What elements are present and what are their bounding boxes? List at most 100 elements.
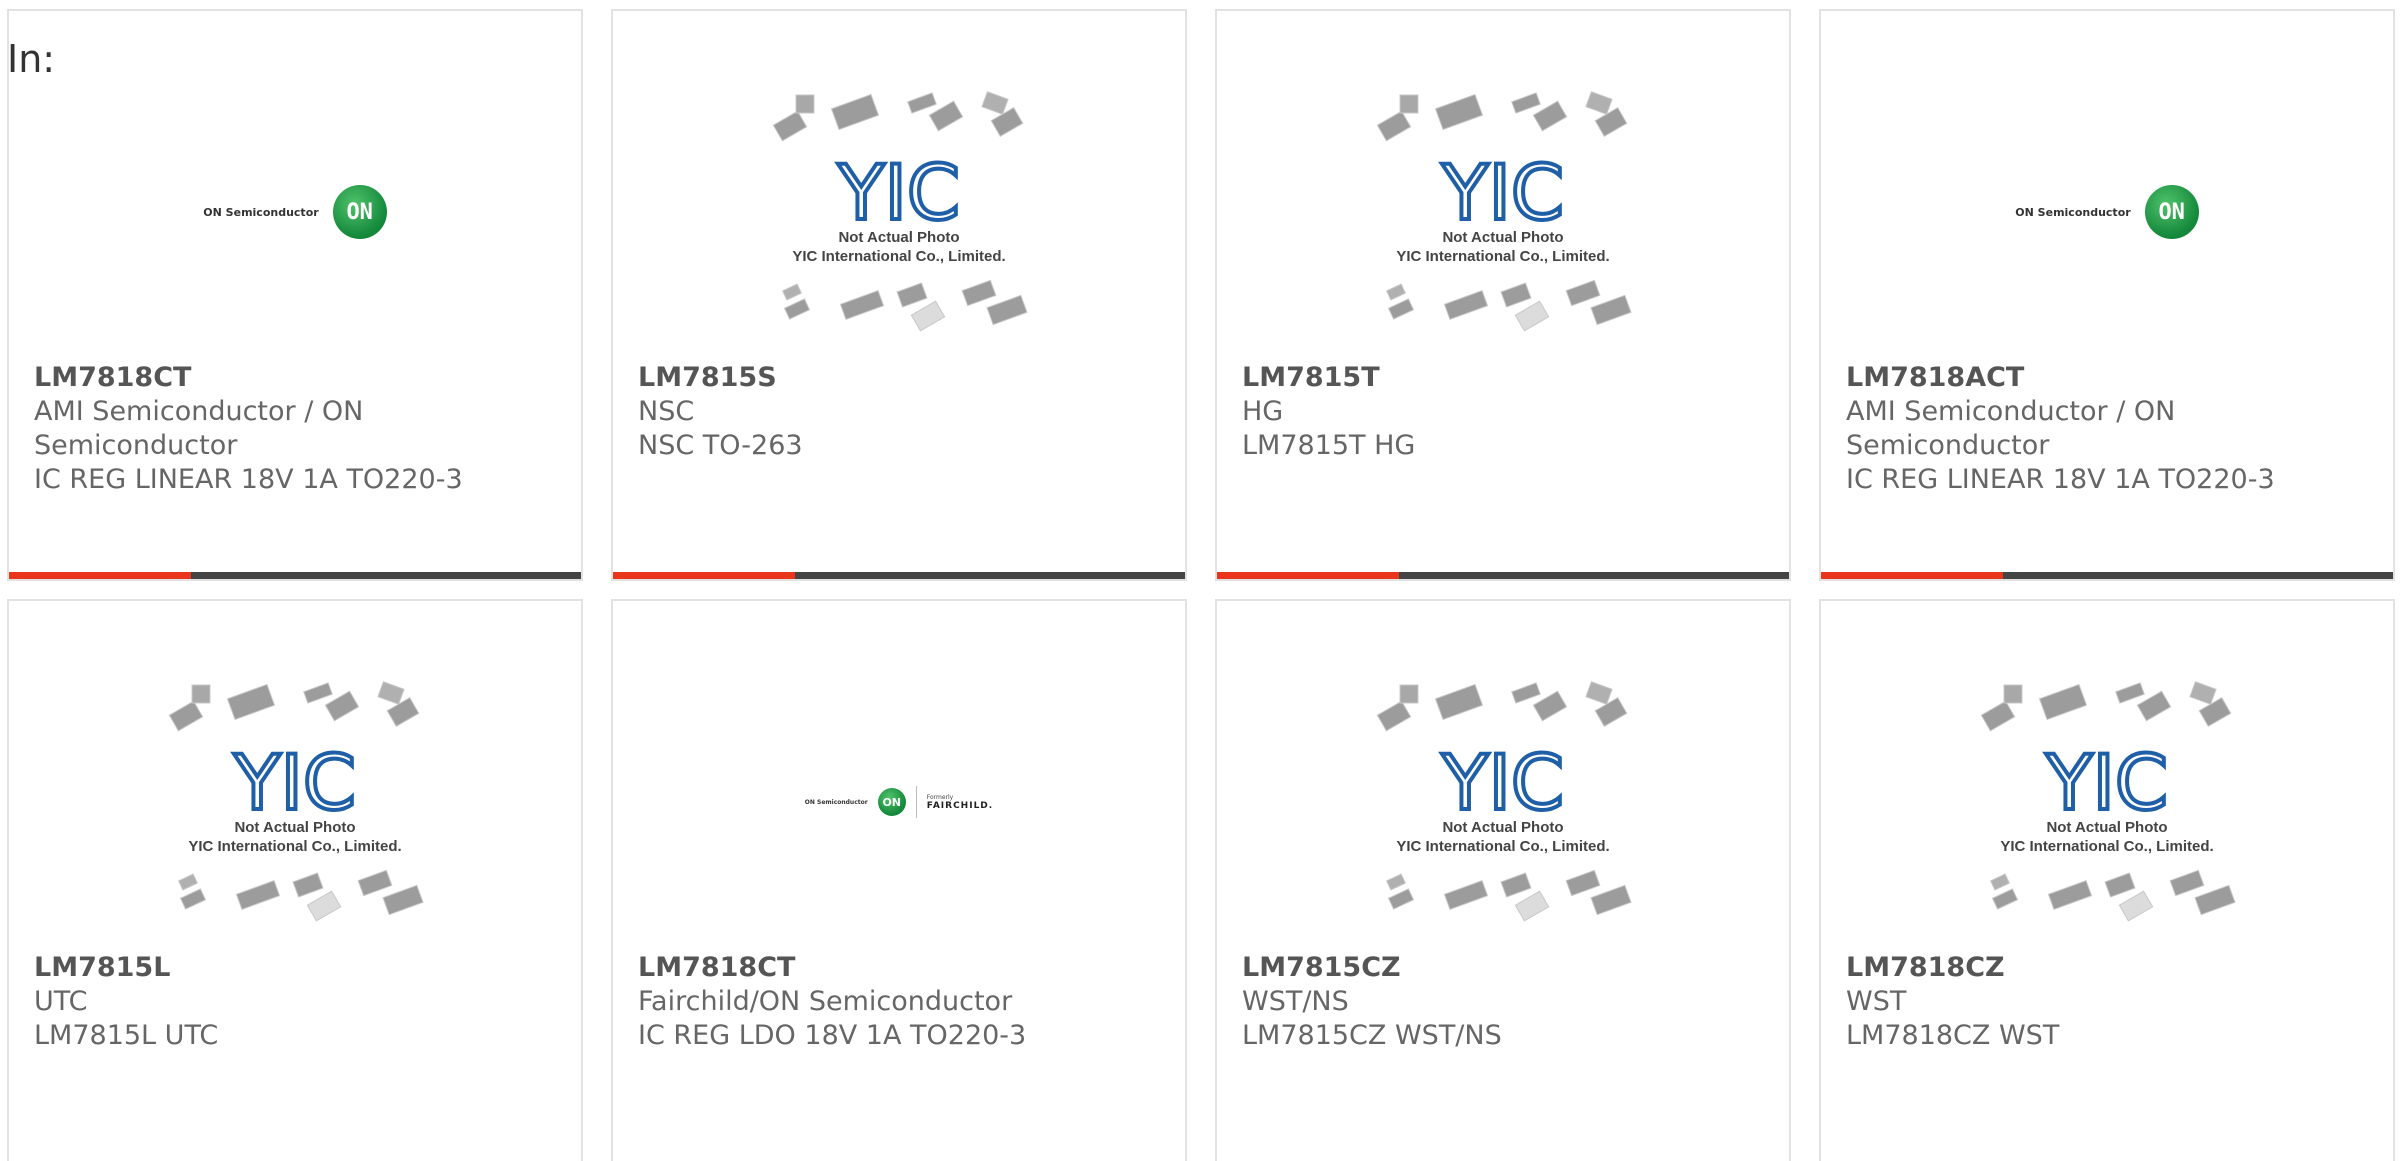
chip-shape: [357, 869, 393, 897]
on-semi-logo-text: ON Semiconductor: [2015, 205, 2131, 219]
manufacturer: NSC: [638, 396, 695, 427]
chip-shape: [1399, 684, 1419, 704]
on-semi-logo: ON Semiconductor ON: [203, 185, 387, 239]
chip-shape: [1376, 700, 1412, 732]
placeholder-line-2: YIC International Co., Limited.: [1396, 248, 1609, 265]
chip-shape: [1500, 872, 1532, 898]
fairchild-formerly-text: Formerly: [926, 793, 954, 801]
product-card[interactable]: ON Semiconductor ON LM7818ACT AMI Semicon…: [1819, 9, 2395, 581]
chip-shape: [1565, 279, 1601, 307]
chip-shape: [1590, 884, 1632, 916]
placeholder-line-1: Not Actual Photo: [1442, 819, 1563, 836]
chip-shape: [1443, 880, 1489, 910]
yic-logo: YIC: [1441, 148, 1564, 237]
chip-shape: [1443, 290, 1489, 320]
chip-shape: [226, 683, 276, 721]
product-image[interactable]: ON Semiconductor ON Formerly FAIRCHILD.: [613, 657, 1185, 947]
chip-shape: [168, 700, 204, 732]
part-number[interactable]: LM7818CT: [638, 951, 1165, 985]
placeholder-line-2: YIC International Co., Limited.: [188, 838, 401, 855]
manufacturer: HG: [1242, 396, 1284, 427]
part-number[interactable]: LM7818CZ: [1846, 951, 2373, 985]
part-number[interactable]: LM7818CT: [34, 361, 561, 395]
product-grid: ON Semiconductor ON LM7818CT AMI Semicond…: [0, 0, 2400, 1161]
yic-placeholder-image: YICNot Actual Photo YIC International Co.…: [1376, 91, 1632, 332]
placeholder-line-1: Not Actual Photo: [1442, 229, 1563, 246]
description: LM7815T HG: [1242, 430, 1416, 461]
placeholder-line-2: YIC International Co., Limited.: [792, 248, 1005, 265]
chip-shape: [303, 682, 333, 704]
chip-shape: [1376, 110, 1412, 142]
on-semi-logo-text: ON Semiconductor: [804, 798, 868, 806]
yic-logo: YIC: [233, 738, 356, 827]
placeholder-line-2: YIC International Co., Limited.: [1396, 838, 1609, 855]
product-card[interactable]: YIC Not Actual Photo YIC International Co.…: [7, 599, 583, 1161]
chip-shape: [907, 92, 937, 114]
part-number[interactable]: LM7818ACT: [1846, 361, 2373, 395]
product-image[interactable]: ON Semiconductor ON: [9, 67, 581, 357]
chip-shape: [896, 282, 928, 308]
on-badge-icon: ON: [877, 788, 906, 816]
product-card[interactable]: ON Semiconductor ON Formerly FAIRCHILD. LM7…: [611, 599, 1187, 1161]
part-number[interactable]: LM7815CZ: [1242, 951, 1769, 985]
description: LM7815CZ WST/NS: [1242, 1020, 1502, 1051]
chip-shape: [191, 684, 211, 704]
card-accent-bar: [1821, 572, 2393, 579]
product-card[interactable]: YIC Not Actual Photo YIC International Co.…: [1819, 599, 2395, 1161]
placeholder-line-1: Not Actual Photo: [234, 819, 355, 836]
product-card[interactable]: YIC Not Actual Photo YIC International Co.…: [1215, 9, 1791, 581]
chip-shape: [1387, 298, 1415, 320]
fairchild-name-text: FAIRCHILD.: [926, 800, 994, 811]
product-card[interactable]: YIC Not Actual Photo YIC International Co.…: [1215, 599, 1791, 1161]
on-badge-icon: ON: [2144, 185, 2199, 239]
chip-shape: [2104, 872, 2136, 898]
chip-shape: [1434, 683, 1484, 721]
chip-shape: [1565, 869, 1601, 897]
chip-shape: [1385, 873, 1407, 891]
manufacturer: WST/NS: [1242, 986, 1349, 1017]
manufacturer: AMI Semiconductor / ON Semiconductor: [1846, 396, 2176, 461]
chip-shape: [830, 93, 880, 131]
chip-shape: [2189, 681, 2217, 705]
chip-shape: [1511, 92, 1541, 114]
product-image[interactable]: YIC Not Actual Photo YIC International Co.…: [1217, 67, 1789, 357]
chip-shape: [2118, 890, 2154, 922]
chip-shape: [1434, 93, 1484, 131]
chip-shape: [1511, 682, 1541, 704]
description: IC REG LINEAR 18V 1A TO220-3: [1846, 464, 2275, 495]
card-accent-bar: [1217, 572, 1789, 579]
product-image[interactable]: YIC Not Actual Photo YIC International Co.…: [1821, 657, 2393, 947]
chip-shape: [2169, 869, 2205, 897]
product-image[interactable]: YIC Not Actual Photo YIC International Co.…: [1217, 657, 1789, 947]
product-image[interactable]: ON Semiconductor ON: [1821, 67, 2393, 357]
logo-divider: [915, 786, 917, 818]
chip-shape: [235, 880, 281, 910]
chip-shape: [2038, 683, 2088, 721]
manufacturer: Fairchild/ON Semiconductor: [638, 986, 1013, 1017]
chip-shape: [1585, 91, 1613, 115]
chip-shape: [377, 681, 405, 705]
fairchild-logo: ON Semiconductor ON Formerly FAIRCHILD.: [805, 786, 993, 818]
card-accent-bar: [613, 572, 1185, 579]
product-image[interactable]: YIC Not Actual Photo YIC International Co.…: [9, 657, 581, 947]
chip-shape: [382, 884, 424, 916]
product-card[interactable]: ON Semiconductor ON LM7818CT AMI Semicond…: [7, 9, 583, 581]
product-image[interactable]: YIC Not Actual Photo YIC International Co.…: [613, 67, 1185, 357]
in-label: In:: [7, 37, 56, 81]
description: LM7818CZ WST: [1846, 1020, 2060, 1051]
part-number[interactable]: LM7815S: [638, 361, 1165, 395]
yic-placeholder-image: YICNot Actual Photo YIC International Co.…: [772, 91, 1028, 332]
chip-shape: [961, 279, 997, 307]
chip-shape: [1532, 100, 1568, 132]
product-card[interactable]: YIC Not Actual Photo YIC International Co.…: [611, 9, 1187, 581]
description: LM7815L UTC: [34, 1020, 219, 1051]
on-semi-logo: ON Semiconductor ON: [2015, 185, 2199, 239]
chip-shape: [1590, 294, 1632, 326]
chip-shape: [1399, 94, 1419, 114]
yic-logo: YIC: [837, 148, 960, 237]
part-number[interactable]: LM7815T: [1242, 361, 1769, 395]
part-number[interactable]: LM7815L: [34, 951, 561, 985]
yic-placeholder-image: YICNot Actual Photo YIC International Co.…: [1980, 681, 2236, 922]
chip-shape: [1532, 690, 1568, 722]
manufacturer: AMI Semiconductor / ON Semiconductor: [34, 396, 364, 461]
